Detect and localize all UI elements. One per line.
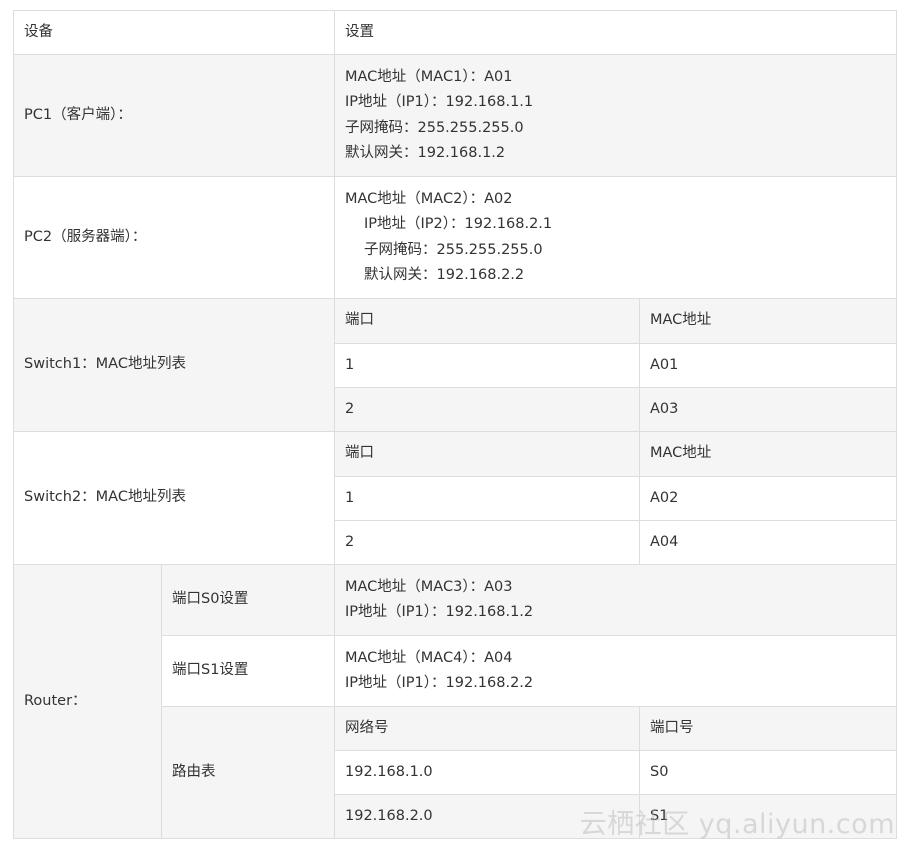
switch1-col-mac: MAC地址	[639, 298, 897, 344]
router-s1-mac: MAC地址（MAC4）：A04	[345, 649, 513, 666]
pc2-subnet: 子网掩码：255.255.255.0	[364, 241, 543, 258]
pc2-row: PC2（服务器端）： MAC地址（MAC2）：A02 IP地址（IP2）：192…	[13, 176, 897, 299]
router-s1-ip: IP地址（IP1）：192.168.2.2	[345, 675, 534, 691]
switch1-mac: A01	[639, 343, 897, 388]
router-s0-row: Router： 端口S0设置 MAC地址（MAC3）：A03 IP地址（IP1）…	[13, 564, 897, 839]
switch2-label: Switch2：MAC地址列表	[13, 431, 335, 565]
pc1-label: PC1（客户端）：	[13, 54, 335, 177]
pc2-ip: IP地址（IP2）：192.168.2.1	[364, 216, 553, 232]
switch2-col-mac: MAC地址	[639, 431, 897, 477]
switch2-port: 2	[334, 520, 640, 565]
switch1-header-row: Switch1：MAC地址列表 端口 MAC地址	[13, 298, 897, 432]
header-settings: 设置	[334, 10, 897, 55]
router-s0-settings: MAC地址（MAC3）：A03 IP地址（IP1）：192.168.1.2	[334, 564, 897, 636]
routing-table-label: 路由表	[161, 706, 335, 839]
routing-port: S1	[639, 794, 897, 839]
switch2-port: 1	[334, 476, 640, 521]
switch1-label: Switch1：MAC地址列表	[13, 298, 335, 432]
pc2-gateway: 默认网关：192.168.2.2	[364, 267, 525, 283]
pc1-subnet: 子网掩码：255.255.255.0	[345, 119, 524, 136]
device-settings-table: 设备 设置 PC1（客户端）： MAC地址（MAC1）：A01 IP地址（IP1…	[13, 10, 897, 839]
switch1-mac: A03	[639, 387, 897, 432]
pc1-gateway: 默认网关：192.168.1.2	[345, 145, 506, 161]
pc2-mac: MAC地址（MAC2）：A02	[345, 190, 513, 207]
header-row: 设备 设置	[13, 10, 897, 55]
router-label: Router：	[13, 564, 162, 839]
pc1-settings: MAC地址（MAC1）：A01 IP地址（IP1）：192.168.1.1 子网…	[334, 54, 897, 177]
router-s1-label: 端口S1设置	[161, 635, 335, 707]
switch1-col-port: 端口	[334, 298, 640, 344]
router-s0-mac: MAC地址（MAC3）：A03	[345, 578, 513, 595]
switch2-col-port: 端口	[334, 431, 640, 477]
routing-col-network: 网络号	[334, 706, 640, 751]
pc2-settings: MAC地址（MAC2）：A02 IP地址（IP2）：192.168.2.1 子网…	[334, 176, 897, 299]
header-device: 设备	[13, 10, 335, 55]
switch1-port: 1	[334, 343, 640, 388]
routing-port: S0	[639, 750, 897, 795]
pc1-row: PC1（客户端）： MAC地址（MAC1）：A01 IP地址（IP1）：192.…	[13, 54, 897, 177]
pc2-label: PC2（服务器端）：	[13, 176, 335, 299]
routing-network: 192.168.1.0	[334, 750, 640, 795]
router-s0-label: 端口S0设置	[161, 564, 335, 636]
router-s0-ip: IP地址（IP1）：192.168.1.2	[345, 604, 534, 620]
pc1-ip: IP地址（IP1）：192.168.1.1	[345, 94, 534, 110]
routing-col-port: 端口号	[639, 706, 897, 751]
pc1-mac: MAC地址（MAC1）：A01	[345, 68, 513, 85]
routing-network: 192.168.2.0	[334, 794, 640, 839]
router-s1-settings: MAC地址（MAC4）：A04 IP地址（IP1）：192.168.2.2	[334, 635, 897, 707]
switch2-mac: A02	[639, 476, 897, 521]
switch2-mac: A04	[639, 520, 897, 565]
switch2-header-row: Switch2：MAC地址列表 端口 MAC地址	[13, 431, 897, 565]
switch1-port: 2	[334, 387, 640, 432]
